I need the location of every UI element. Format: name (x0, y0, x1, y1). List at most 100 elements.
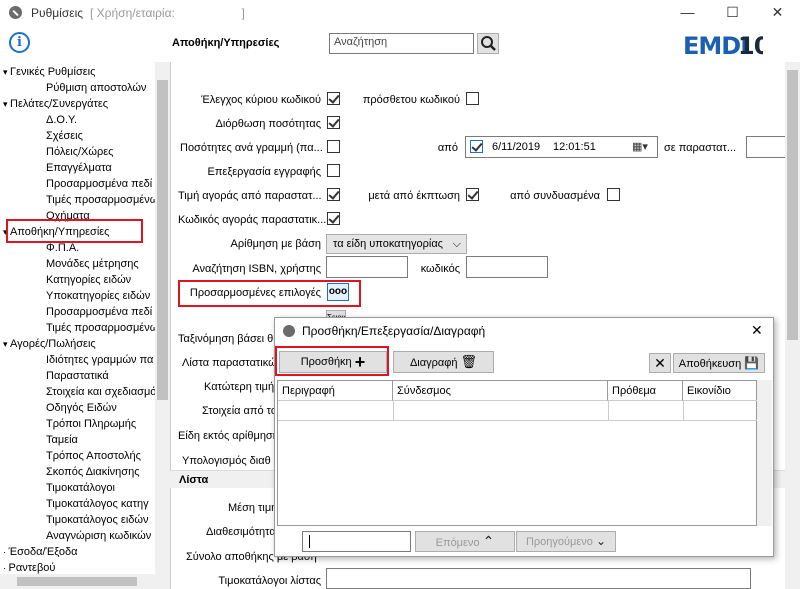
tree-item[interactable]: Παραστατικά (46, 368, 109, 384)
dialog-close-button[interactable]: ✕ (751, 322, 763, 339)
col-header-description[interactable]: Περιγραφή (278, 381, 393, 401)
availability-label: Διαθεσιμότητα (206, 526, 276, 538)
main-code-label: Έλεγχος κύριου κωδικού (201, 94, 321, 106)
svg-text:10: 10 (738, 32, 763, 59)
tree-item[interactable]: Τρόποι Πληρωμής (46, 416, 136, 432)
prev-button[interactable]: Προηγούμενο ⌄ (516, 531, 616, 552)
tree-item[interactable]: Τιμοκατάλογος κατηγ (46, 496, 149, 512)
doc-list-label: Λίστα παραστατικώ (182, 357, 277, 369)
delete-label: Διαγραφή (409, 357, 458, 369)
row-cell-divider (393, 401, 394, 421)
info-icon[interactable]: i (9, 32, 30, 53)
delete-button[interactable]: Διαγραφή 🗑 (393, 351, 494, 373)
tree-item[interactable]: · Ραντεβού (3, 560, 55, 574)
app-icon (9, 6, 22, 19)
tree-item[interactable]: Σκοπός Διακίνησης (46, 464, 140, 480)
chevron-down-icon: ⌄ (595, 534, 607, 548)
panel-divider (170, 62, 171, 589)
main-scroll-thumb[interactable] (787, 70, 798, 340)
time-value: 12:01:51 (553, 141, 596, 153)
tree-scroll-thumb[interactable] (157, 80, 168, 400)
maximize-button[interactable]: ☐ (710, 0, 755, 26)
tree-item[interactable]: Τιμοκατάλογοι (46, 480, 115, 496)
search-button[interactable] (477, 33, 499, 54)
tree-item[interactable]: Δ.Ο.Υ. (46, 112, 77, 128)
tree-hscroll-thumb[interactable] (17, 577, 137, 586)
tree-item[interactable]: ▾ Πελάτες/Συνεργάτες (3, 96, 108, 112)
tree-item[interactable]: Τιμοκατάλογος ειδών (46, 512, 148, 528)
calendar-icon[interactable]: ▦▾ (632, 140, 648, 153)
col-header-prefix[interactable]: Πρόθεμα (608, 381, 683, 401)
search-input[interactable]: Αναζήτηση (329, 33, 474, 54)
price-lists-input[interactable] (326, 568, 751, 589)
collapse-icon[interactable]: ▾ (3, 99, 10, 109)
price-lists-label: Τιμοκατάλογοι λίστας (218, 575, 321, 587)
purchase-price-checkbox[interactable] (327, 188, 340, 201)
custom-options-button[interactable]: ooo (327, 283, 349, 301)
tree-item[interactable]: Υποκατηγορίες ειδών (46, 288, 150, 304)
tree-item[interactable]: Τρόπος Αποστολής (46, 448, 141, 464)
date-enable-checkbox[interactable] (470, 140, 483, 153)
tree-item[interactable]: Πόλεις/Χώρες (46, 144, 113, 160)
tree-item-label: Τιμές προσαρμοσμένω (46, 194, 155, 206)
record-processing-label: Επεξεργασία εγγραφής (207, 166, 322, 178)
minimize-button[interactable]: — (665, 0, 710, 26)
isbn-label: Αναζήτηση ISBN, χρήστης (192, 263, 321, 275)
tree-item[interactable]: Στοιχεία και σχεδιασμό (46, 384, 155, 400)
purchase-code-label: Κωδικός αγοράς παραστατικ... (178, 214, 327, 226)
qty-per-line-checkbox[interactable] (327, 140, 340, 153)
save-button[interactable]: Αποθήκευση 💾 (673, 353, 765, 373)
in-doc-input[interactable] (746, 136, 786, 158)
tree-item[interactable]: Ταμεία (46, 432, 78, 448)
tree-item[interactable]: Μονάδες μέτρησης (46, 256, 139, 272)
qty-correction-checkbox[interactable] (327, 116, 340, 129)
tree-item[interactable]: Ιδιότητες γραμμών πα (46, 352, 153, 368)
col-header-link[interactable]: Σύνδεσμος (393, 381, 608, 401)
tree-item[interactable]: Τιμές προσαρμοσμένω (46, 192, 155, 208)
from-combined-label: από συνδυασμένα (510, 190, 600, 202)
tree-item[interactable]: Επαγγέλματα (46, 160, 112, 176)
numbering-select[interactable]: τα είδη υποκατηγορίας ⌵ (326, 234, 467, 254)
close-button[interactable]: ✕ (755, 0, 800, 26)
tree-item[interactable]: Τιμές προσαρμοσμένω (46, 320, 155, 336)
tree-item[interactable]: · Έσοδα/Έξοδα (3, 544, 77, 560)
tree-item[interactable]: ▾ Αγορές/Πωλήσεις (3, 336, 96, 352)
tree-item[interactable]: Σχέσεις (46, 128, 83, 144)
date-picker[interactable]: 6/11/2019 12:01:51 ▦▾ (465, 136, 658, 158)
tree-item-label: Αναγνώριση κωδικών (46, 530, 152, 542)
tree-item[interactable]: ▾ Γενικές Ρυθμίσεις (3, 64, 95, 80)
emdi-logo: EMDI 10 (683, 31, 771, 60)
after-discount-checkbox[interactable] (466, 188, 479, 201)
collapse-icon[interactable]: ▾ (3, 339, 10, 349)
col-header-icon[interactable]: Εικονίδιο (683, 381, 758, 401)
collapse-icon[interactable]: ▾ (3, 67, 10, 77)
tree-item[interactable]: Προσαρμοσμένα πεδί (46, 176, 152, 192)
isbn-input[interactable] (326, 256, 408, 278)
main-code-checkbox[interactable] (327, 92, 340, 105)
code-input[interactable] (466, 256, 548, 278)
tree-item-label: Αγορές/Πωλήσεις (10, 338, 96, 350)
tree-item-label: Τιμοκατάλογοι (46, 482, 115, 494)
grid-scrollbar[interactable] (757, 380, 772, 526)
tree-item[interactable]: Αναγνώριση κωδικών (46, 528, 151, 544)
extra-code-checkbox[interactable] (466, 92, 479, 105)
calc-label: Υπολογισμός διαθ (182, 455, 271, 467)
tree-item-label: Κατηγορίες ειδών (46, 274, 132, 286)
tree-item[interactable]: Ρύθμιση αποστολών (46, 80, 146, 96)
dialog-grid[interactable]: Περιγραφή Σύνδεσμος Πρόθεμα Εικονίδιο (277, 380, 758, 526)
next-button[interactable]: Επόμενο ⌃ (415, 531, 515, 552)
data-from-label: Στοιχεία από τα (202, 405, 278, 417)
prev-label: Προηγούμενο (525, 536, 593, 548)
record-processing-checkbox[interactable] (327, 164, 340, 177)
purchase-code-checkbox[interactable] (327, 212, 340, 225)
from-combined-checkbox[interactable] (607, 188, 620, 201)
table-row[interactable] (278, 401, 758, 421)
tree-item[interactable]: Κατηγορίες ειδών (46, 272, 131, 288)
tree-item-label: Στοιχεία και σχεδιασμό (46, 386, 155, 398)
chevron-down-icon: ⌵ (452, 238, 461, 250)
cancel-button[interactable]: ✕ (649, 353, 671, 373)
tree-item-label: Τρόπος Αποστολής (46, 450, 141, 462)
tree-item[interactable]: Προσαρμοσμένα πεδί (46, 304, 152, 320)
dialog-search-input[interactable] (302, 531, 411, 552)
tree-item[interactable]: Οδηγός Ειδών (46, 400, 117, 416)
